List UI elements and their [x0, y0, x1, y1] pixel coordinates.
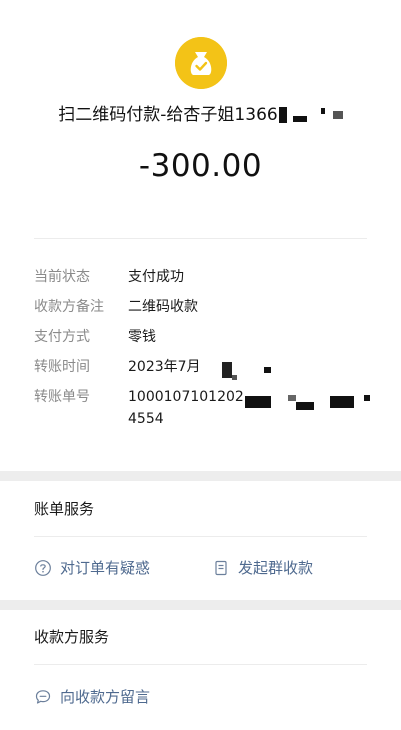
detail-row-txn: 转账单号 1000107101202	[34, 386, 381, 408]
section-separator	[0, 471, 401, 481]
order-question-link[interactable]: 对订单有疑惑	[34, 556, 184, 580]
payee-service-title: 收款方服务	[34, 628, 110, 646]
redaction-mask	[245, 396, 271, 408]
status-label: 当前状态	[34, 269, 90, 285]
note-label: 收款方备注	[34, 299, 104, 315]
redaction-mask	[222, 362, 232, 378]
receipt-icon	[215, 560, 227, 576]
chat-bubble-icon	[35, 690, 51, 704]
question-circle-icon	[35, 560, 51, 576]
divider	[34, 238, 367, 239]
redaction-mask	[292, 116, 307, 122]
method-value: 零钱	[128, 329, 156, 345]
amount: -300.00	[138, 148, 263, 184]
detail-row-txn-cont: 4554	[34, 408, 381, 430]
detail-row-method: 支付方式 零钱	[34, 326, 381, 348]
redaction-mask	[320, 108, 325, 114]
divider	[34, 664, 367, 665]
redaction-mask	[232, 375, 237, 380]
message-payee-link[interactable]: 向收款方留言	[34, 685, 184, 709]
section-separator	[0, 600, 401, 610]
detail-row-time: 转账时间 2023年7月	[34, 356, 381, 378]
redaction-mask	[332, 111, 343, 119]
money-bag-icon	[175, 37, 227, 89]
group-collect-label: 发起群收款	[238, 559, 314, 577]
transaction-title-text: 扫二维码付款-给杏子姐1366	[58, 105, 278, 125]
divider	[34, 536, 367, 537]
txn-value-line2[interactable]: 4554	[128, 408, 164, 430]
status-value: 支付成功	[128, 269, 184, 285]
transaction-title: 扫二维码付款-给杏子姐1366	[0, 101, 401, 129]
method-label: 支付方式	[34, 329, 90, 345]
order-question-label: 对订单有疑惑	[60, 559, 151, 577]
redaction-mask	[330, 396, 354, 408]
note-value: 二维码收款	[128, 299, 198, 315]
group-collect-link[interactable]: 发起群收款	[212, 556, 342, 580]
redaction-mask	[264, 367, 271, 373]
message-payee-label: 向收款方留言	[60, 688, 151, 706]
detail-row-status: 当前状态 支付成功	[34, 266, 381, 288]
redaction-mask	[364, 395, 370, 401]
redaction-mask	[288, 395, 296, 401]
txn-label: 转账单号	[34, 389, 90, 405]
bill-service-title: 账单服务	[34, 500, 95, 518]
time-value[interactable]: 2023年7月	[128, 356, 201, 378]
txn-value[interactable]: 1000107101202	[128, 386, 244, 408]
transaction-detail-page: 扫二维码付款-给杏子姐1366 -300.00 当前状态 支付成功 收款方备注 …	[0, 0, 401, 730]
redaction-mask	[296, 402, 314, 410]
time-label: 转账时间	[34, 359, 90, 375]
detail-row-note: 收款方备注 二维码收款	[34, 296, 381, 318]
redaction-mask	[278, 107, 287, 123]
